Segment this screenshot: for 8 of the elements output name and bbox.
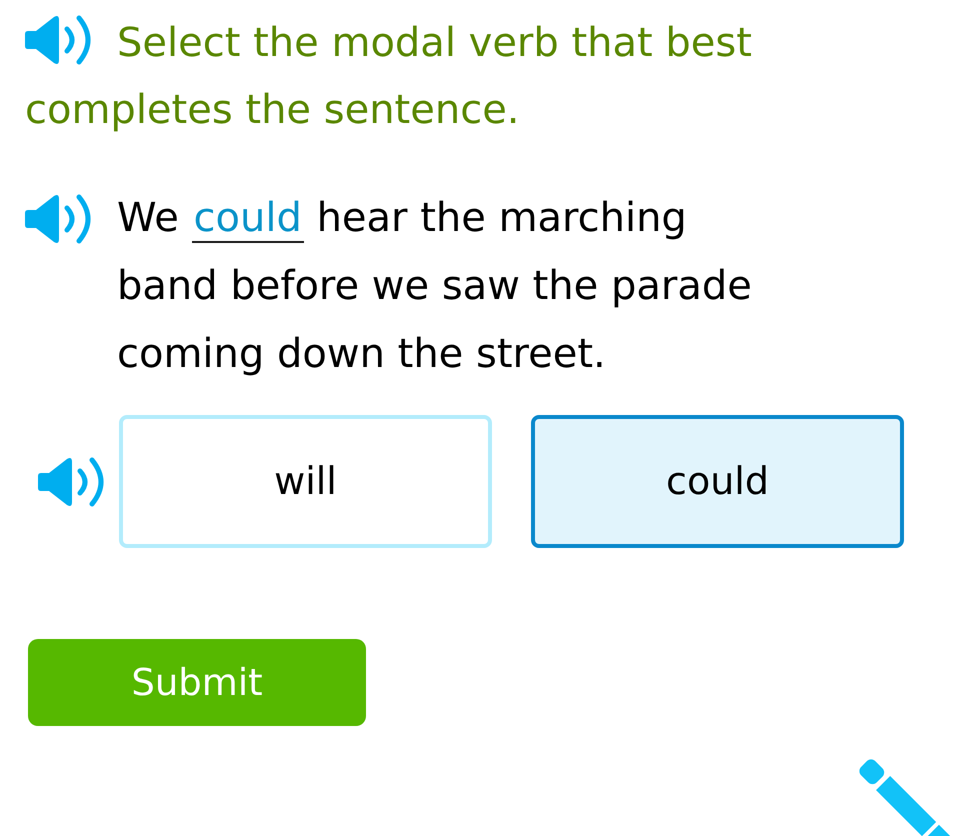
speaker-icon[interactable] <box>25 193 92 245</box>
answer-blank: could <box>192 195 304 243</box>
speaker-icon[interactable] <box>38 456 105 508</box>
answer-choice[interactable]: will <box>119 415 492 548</box>
answer-choice[interactable]: could <box>531 415 904 548</box>
instruction-text: Select the modal verb that best completes the sentence. <box>25 10 929 144</box>
question-sentence: We could hear the marching band before we saw the parade coming down the street. <box>117 194 753 379</box>
speaker-icon[interactable] <box>25 14 92 66</box>
